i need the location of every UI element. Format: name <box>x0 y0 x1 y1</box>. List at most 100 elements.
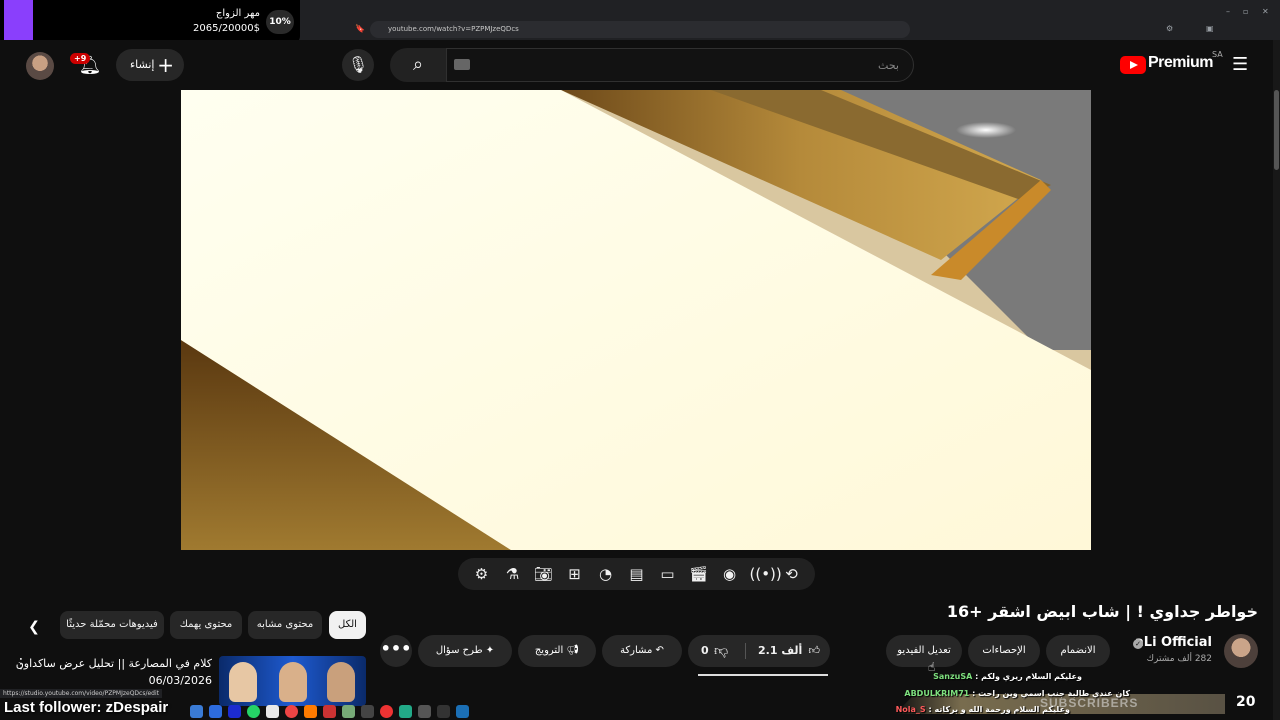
ask-label: طرح سؤال <box>435 645 483 656</box>
taskbar-app-icon[interactable] <box>380 704 393 718</box>
dislike-count[interactable]: 0 <box>701 635 709 667</box>
player-enhancer-toolbar: ⚙ ⚗ 📷︎ ⊞ ◔ ▤ ▭ 🎬︎ ◉ ((•)) ⟲ <box>458 558 815 590</box>
plus-icon: + <box>157 53 174 77</box>
donation-amount: 2065/20000$ <box>193 23 260 34</box>
country-code: SA <box>1212 50 1223 59</box>
promote-label: الترويج <box>534 645 564 656</box>
chip-interests[interactable]: محتوى يهمك <box>170 611 242 639</box>
chat-username: Nola_S <box>895 705 926 714</box>
create-button[interactable]: إنشاء + <box>116 49 184 81</box>
brave-icon[interactable] <box>304 704 317 718</box>
kebab-menu-icon[interactable]: ⋮ <box>14 656 28 672</box>
channel-name[interactable]: aLi Official <box>1135 635 1212 650</box>
create-label: إنشاء <box>130 58 155 71</box>
mouse-cursor-icon: ☝ <box>928 660 936 674</box>
search-input[interactable]: بحث <box>446 48 914 82</box>
like-ratio-bar <box>698 674 828 676</box>
logo-word: Premium <box>1148 54 1213 71</box>
chat-text: وعليكم السلام ريري ولكم <box>981 672 1082 681</box>
loop-icon[interactable]: ⟲ <box>781 565 803 583</box>
recommended-title[interactable]: كلام في المصارعة || تحليل عرض ساكداون <box>16 657 212 670</box>
video-frame <box>181 90 1091 550</box>
flask-icon[interactable]: ⚗ <box>502 565 524 583</box>
sidebar-icon[interactable]: ▣ <box>1206 25 1214 33</box>
taskbar <box>190 702 520 720</box>
screen-eye-icon[interactable]: ◉ <box>719 565 741 583</box>
taskbar-app-icon[interactable] <box>399 704 412 718</box>
dislike-thumb-icon[interactable]: 👎︎ <box>714 635 728 667</box>
thumbnail-person-3 <box>327 662 355 702</box>
scrollbar-thumb[interactable] <box>1274 90 1279 170</box>
chip-recently-uploaded[interactable]: فيديوهات محمّلة حديثًا <box>60 611 164 639</box>
search-button[interactable]: ⌕ <box>390 48 446 82</box>
thumbnail-person-1 <box>229 662 257 702</box>
whatsapp-icon[interactable] <box>247 704 260 718</box>
video-player[interactable] <box>181 90 1091 550</box>
donation-progress-bar <box>4 0 33 44</box>
subscriber-count: 282 ألف مشترك <box>1146 654 1212 664</box>
chat-message: وعليكم السلام ريري ولكم : SanzuSA <box>933 672 1082 681</box>
address-bar[interactable]: youtube.com/watch?v=PZPMJzeQDcs <box>370 21 910 38</box>
taskbar-app-icon[interactable] <box>228 704 241 718</box>
page-scrollbar[interactable] <box>1273 40 1280 720</box>
taskbar-app-icon[interactable] <box>209 704 222 718</box>
opera-icon[interactable] <box>323 704 336 718</box>
chip-similar[interactable]: محتوى مشابه <box>248 611 322 639</box>
keyboard-icon[interactable] <box>454 59 470 70</box>
donation-title: مهر الزواج <box>215 8 260 19</box>
share-button[interactable]: مشاركة ↶ <box>602 635 682 667</box>
clapperboard-icon[interactable]: 🎬︎ <box>688 565 710 583</box>
join-button[interactable]: الانضمام <box>1046 635 1110 667</box>
channel-avatar[interactable] <box>1224 634 1258 668</box>
ask-question-button[interactable]: طرح سؤال ✦ <box>418 635 512 667</box>
notification-badge: +9 <box>70 53 91 64</box>
link-status-url: https://studio.youtube.com/video/PZPMJze… <box>0 689 163 698</box>
like-dislike-bar: 👍︎ 2.1 ألف 👎︎ 0 <box>688 635 830 667</box>
video-title: خواطر جداوي ! | شاب ابيض اشقر +16 <box>946 602 1258 621</box>
chevron-left-icon[interactable]: ❮ <box>22 615 46 639</box>
obs-icon[interactable] <box>418 704 431 718</box>
account-avatar[interactable] <box>26 52 54 80</box>
recommended-thumbnail[interactable] <box>219 656 366 706</box>
gear-icon[interactable]: ⚙ <box>471 565 493 583</box>
extensions-icon[interactable]: ⚙ <box>1166 25 1173 33</box>
speedometer-icon[interactable]: ◔ <box>595 565 617 583</box>
analytics-button[interactable]: الإحصاءات <box>968 635 1040 667</box>
minimize-icon[interactable]: – <box>1226 8 1230 16</box>
taskbar-app-icon[interactable] <box>437 704 450 718</box>
steam-icon[interactable] <box>456 704 469 718</box>
add-box-icon[interactable]: ⊞ <box>564 565 586 583</box>
taskbar-app-icon[interactable] <box>190 704 203 718</box>
more-actions-button[interactable]: ••• <box>380 635 412 667</box>
share-label: مشاركة <box>620 645 653 656</box>
crop-icon[interactable]: ▭ <box>657 565 679 583</box>
chat-text: وعليكم السلام ورحمة الله و بركاته <box>934 705 1070 714</box>
bookmark-icon[interactable]: 🔖 <box>355 25 365 33</box>
close-icon[interactable]: ✕ <box>1262 8 1269 16</box>
chip-all[interactable]: الكل <box>329 611 366 639</box>
camera-icon[interactable]: 📷︎ <box>533 565 555 583</box>
taskbar-app-icon[interactable] <box>361 704 374 718</box>
last-follower-overlay: Last follower: zDespair <box>4 699 169 716</box>
promote-button[interactable]: الترويج 📢︎ <box>518 635 596 667</box>
chat-username: ABDULKRIM71 <box>904 689 970 698</box>
broadcast-icon[interactable]: ((•)) <box>750 565 782 583</box>
chrome-icon[interactable] <box>285 704 298 718</box>
voice-search-mic-icon[interactable]: 🎙︎ <box>342 49 374 81</box>
search-icon: ⌕ <box>412 54 424 75</box>
edit-video-button[interactable]: تعديل الفيديو <box>886 635 962 667</box>
taskbar-app-icon[interactable] <box>266 704 279 718</box>
megaphone-icon: 📢︎ <box>566 645 580 656</box>
maximize-icon[interactable]: ▫ <box>1243 8 1248 16</box>
chat-username: SanzuSA <box>933 672 973 681</box>
chat-message: وعليكم السلام ورحمة الله و بركاته : Nola… <box>895 705 1070 714</box>
thumbnail-person-2 <box>279 662 307 702</box>
like-count[interactable]: 2.1 ألف <box>758 635 802 667</box>
subtitles-icon[interactable]: ▤ <box>626 565 648 583</box>
like-thumb-icon[interactable]: 👍︎ <box>809 635 821 667</box>
sparkle-icon: ✦ <box>485 645 495 656</box>
donation-goal-widget: مهر الزواج 2065/20000$ 10% <box>0 0 300 44</box>
like-separator <box>745 643 746 659</box>
hamburger-menu-icon[interactable]: ☰ <box>1232 56 1250 74</box>
taskbar-app-icon[interactable] <box>342 704 355 718</box>
